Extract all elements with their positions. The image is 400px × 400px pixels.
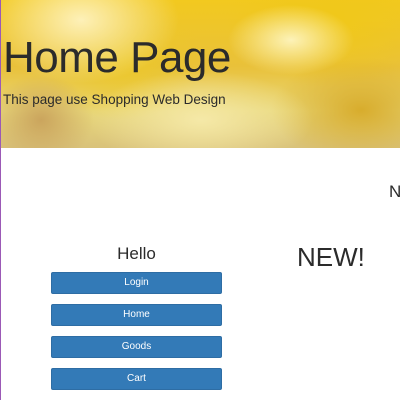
home-button[interactable]: Home — [51, 304, 222, 326]
goods-button[interactable]: Goods — [51, 336, 222, 358]
hero-banner: Home Page This page use Shopping Web Des… — [1, 0, 400, 148]
page: Home Page This page use Shopping Web Des… — [0, 0, 400, 400]
sidebar-nav: Login Home Goods Cart — [51, 272, 222, 400]
new-heading: NEW! — [297, 242, 365, 272]
cut-off-heading: N — [389, 182, 400, 202]
page-subtitle: This page use Shopping Web Design — [3, 92, 226, 107]
cart-button[interactable]: Cart — [51, 368, 222, 390]
page-title: Home Page — [3, 33, 231, 82]
login-button[interactable]: Login — [51, 272, 222, 294]
sidebar-greeting: Hello — [117, 244, 156, 263]
